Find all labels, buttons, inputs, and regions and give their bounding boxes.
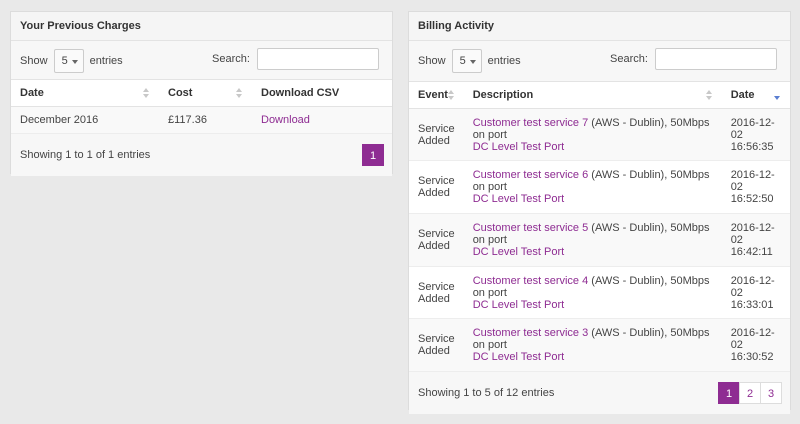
column-header-event[interactable]: Event [409,82,464,109]
column-header-date[interactable]: Date [721,82,790,109]
event-type: Added [418,134,450,147]
sort-icon [705,90,712,100]
event-date: 02 [730,128,743,141]
search-control: Search: [212,48,383,71]
event-date: 2016-12- [730,274,775,287]
service-link[interactable]: Customer test service 5 [473,222,589,234]
billing-activity-panel: Billing Activity Show 5 entries Search: … [408,11,791,414]
port-link[interactable]: DC Level Test Port [473,193,565,205]
event-type: Added [418,187,450,199]
search-control: Search: [610,48,781,71]
charge-date: December 2016 [11,106,159,134]
event-date: 02 [730,286,743,299]
pagination: 1 2 3 [718,382,782,404]
chevron-down-icon [469,60,476,65]
service-link[interactable]: Customer test service 7 [473,117,589,129]
event-time: 16:52:50 [730,193,774,205]
port-link[interactable]: DC Level Test Port [473,351,565,363]
entries-label: entries [89,55,123,68]
panel-title: Your Previous Charges [11,12,392,41]
table-info: Showing 1 to 5 of 12 entries [418,387,555,399]
show-label: Show [20,55,48,68]
port-link[interactable]: DC Level Test Port [473,299,565,311]
search-label: Search: [212,53,250,66]
search-label: Search: [610,53,648,66]
sort-icon [236,88,242,98]
table-footer: Showing 1 to 1 of 1 entries 1 [11,134,392,176]
event-date: 2016-12- [730,169,775,181]
length-control: Show 5 entries [418,49,521,74]
event-date: 02 [730,339,743,351]
event-time: 16:56:35 [730,140,774,153]
service-link[interactable]: Customer test service 4 [473,275,589,287]
search-input[interactable] [655,48,777,71]
entries-select[interactable]: 5 [53,49,84,74]
page-button-1[interactable]: 1 [362,144,384,166]
event-type: Service [418,228,455,240]
table-info: Showing 1 to 1 of 1 entries [20,149,151,161]
event-type: Service [418,333,455,345]
entries-value: 5 [61,55,68,68]
pagination: 1 [362,144,384,166]
sort-desc-icon [774,90,780,100]
length-control: Show 5 entries [20,49,123,74]
event-type: Service [418,280,455,293]
table-controls: Show 5 entries Search: [409,41,790,82]
event-type: Service [418,175,455,187]
entries-label: entries [487,55,521,68]
page-button-2[interactable]: 2 [739,382,761,404]
table-row: Service Added Customer test service 3 (AW… [409,318,790,372]
entries-value: 5 [459,55,466,68]
column-header-date[interactable]: Date [11,80,159,107]
event-date: 2016-12- [730,116,775,129]
column-header-download-csv: Download CSV [252,80,392,107]
service-link[interactable]: Customer test service 6 [473,169,589,181]
port-link[interactable]: DC Level Test Port [473,246,565,258]
charge-cost: £117.36 [159,106,252,134]
table-row: Service Added Customer test service 6 (AW… [409,160,790,214]
entries-select[interactable]: 5 [451,49,482,74]
charges-table: Date Cost Download CSV December 2016 £11… [11,80,392,134]
page-button-1[interactable]: 1 [718,382,740,404]
previous-charges-panel: Your Previous Charges Show 5 entries Sea… [10,11,393,176]
event-time: 16:42:11 [730,246,773,258]
column-header-cost[interactable]: Cost [159,80,252,107]
service-link[interactable]: Customer test service 3 [473,327,589,339]
table-row: December 2016 £117.36 Download [11,106,392,134]
event-date: 02 [730,234,743,246]
event-type: Added [418,292,450,305]
port-link[interactable]: DC Level Test Port [473,141,565,153]
panel-title: Billing Activity [409,12,790,41]
event-time: 16:33:01 [730,298,774,311]
event-time: 16:30:52 [730,351,774,363]
table-row: Service Added Customer test service 5 (AW… [409,213,790,267]
event-date: 2016-12- [730,222,775,234]
event-type: Added [418,345,450,357]
event-date: 2016-12- [730,327,775,339]
event-type: Service [418,122,455,135]
table-footer: Showing 1 to 5 of 12 entries 1 2 3 [409,372,790,414]
sort-icon [447,90,454,100]
event-date: 02 [730,181,743,193]
column-header-description[interactable]: Description [463,82,722,109]
billing-table: Event Description Date Service Added Cust… [409,82,790,372]
search-input[interactable] [257,48,379,71]
table-row: Service Added Customer test service 4 (AW… [409,266,790,319]
event-type: Added [418,240,450,252]
show-label: Show [418,55,446,68]
table-row: Service Added Customer test service 7 (AW… [409,108,790,161]
download-link[interactable]: Download [261,114,310,126]
page-button-3[interactable]: 3 [760,382,782,404]
sort-icon [143,88,149,98]
table-controls: Show 5 entries Search: [11,41,392,80]
chevron-down-icon [71,60,78,65]
